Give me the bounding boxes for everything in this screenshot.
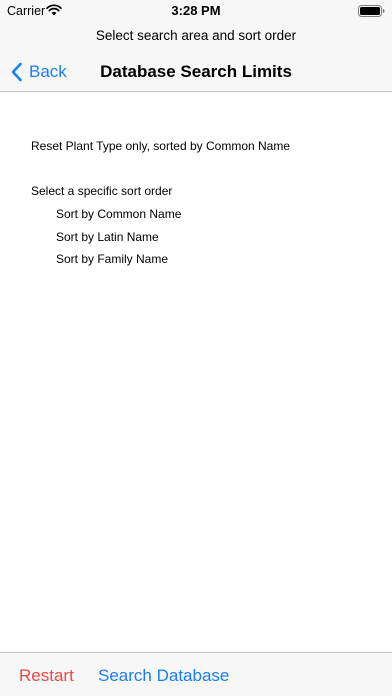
page-title: Database Search Limits [100,62,292,81]
search-limits-list: Reset Plant Type only, sorted by Common … [0,92,392,652]
reset-plant-type-option[interactable]: Reset Plant Type only, sorted by Common … [31,138,290,154]
battery-icon [358,5,385,17]
restart-button[interactable]: Restart [19,666,74,686]
search-database-button[interactable]: Search Database [98,666,229,686]
clock-time: 3:28 PM [171,3,221,18]
sort-option-latin-name[interactable]: Sort by Latin Name [56,229,159,245]
nav-prompt: Select search area and sort order [95,28,297,43]
sort-option-family-name[interactable]: Sort by Family Name [56,251,168,267]
sort-order-header: Select a specific sort order [31,184,173,198]
navigation-bar: Select search area and sort order Back D… [0,22,392,92]
sort-option-common-name[interactable]: Sort by Common Name [56,206,181,222]
bottom-toolbar: Restart Search Database [0,652,392,696]
status-bar: Carrier 3:28 PM [0,0,392,22]
